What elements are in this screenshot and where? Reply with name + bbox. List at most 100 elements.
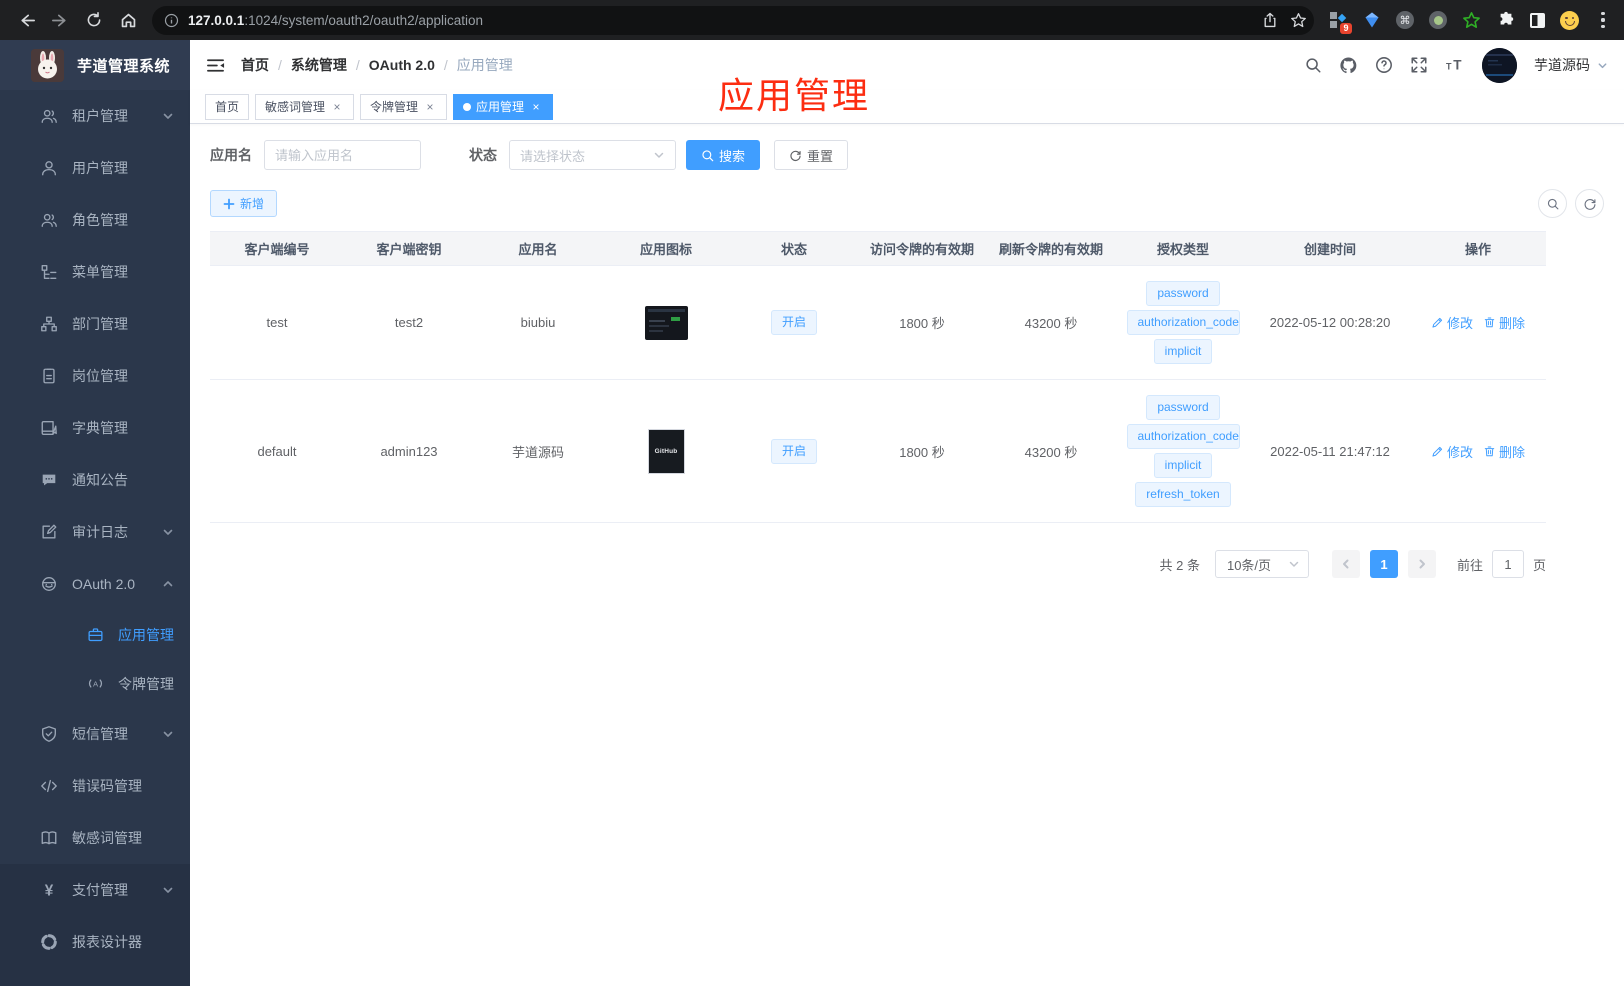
tab-close-icon[interactable]: × xyxy=(330,100,344,114)
tab-close-icon[interactable]: × xyxy=(529,100,543,114)
sidebar-bottom-section: ¥ 支付管理 报表设计器 xyxy=(0,864,190,986)
cell-app-name: biubiu xyxy=(520,315,556,330)
people-icon xyxy=(40,211,58,229)
browser-reload-icon[interactable] xyxy=(80,6,108,34)
extension-green-star-icon[interactable] xyxy=(1462,11,1481,30)
tab-close-icon[interactable]: × xyxy=(423,100,437,114)
pagination-total: 共 2 条 xyxy=(1159,557,1200,573)
show-search-toggle-icon[interactable] xyxy=(1538,189,1567,218)
org-chart-icon xyxy=(40,315,58,333)
shield-check-icon xyxy=(40,725,58,743)
chevron-left-icon xyxy=(1342,559,1349,569)
sidebar-item-oauth-token[interactable]: A 令牌管理 xyxy=(0,659,190,708)
delete-link[interactable]: 删除 xyxy=(1483,313,1525,332)
sidebar-item-dict[interactable]: 字典管理 xyxy=(0,402,190,454)
grant-tag: password xyxy=(1146,281,1220,306)
open-book-icon xyxy=(40,829,58,847)
tab-label: 敏感词管理 xyxy=(265,100,326,114)
sidebar-item-sensitive-word[interactable]: 敏感词管理 xyxy=(0,812,190,864)
add-button[interactable]: 新增 xyxy=(210,190,278,217)
extension-command-icon[interactable]: ⌘ xyxy=(1396,11,1414,29)
extensions-puzzle-icon[interactable] xyxy=(1496,11,1515,30)
refresh-table-icon[interactable] xyxy=(1575,189,1604,218)
delete-link[interactable]: 删除 xyxy=(1483,442,1525,461)
goto-page-input[interactable] xyxy=(1491,550,1524,578)
cell-refresh-validity: 43200 秒 xyxy=(1024,316,1078,331)
next-page-button[interactable] xyxy=(1407,550,1436,578)
page-number-current[interactable]: 1 xyxy=(1369,550,1398,578)
sidebar-collapse-icon[interactable] xyxy=(206,56,225,75)
extension-gem-icon[interactable] xyxy=(1362,11,1381,30)
reset-button-label: 重置 xyxy=(807,148,834,164)
chat-bubble-icon xyxy=(40,471,58,489)
prev-page-button[interactable] xyxy=(1331,550,1360,578)
sidebar-item-label: OAuth 2.0 xyxy=(72,576,136,592)
sidebar-item-notice[interactable]: 通知公告 xyxy=(0,454,190,506)
help-icon[interactable] xyxy=(1375,56,1393,74)
sidebar-item-sms[interactable]: 短信管理 xyxy=(0,708,190,760)
site-info-icon[interactable] xyxy=(164,13,179,28)
browser-menu-icon[interactable] xyxy=(1594,12,1612,28)
table-row: default admin123 芋道源码 GitHub 开启 1800 秒 4… xyxy=(210,380,1546,523)
address-bar[interactable]: 127.0.0.1:1024/system/oauth2/oauth2/appl… xyxy=(152,5,1314,35)
sidebar-item-errorcode[interactable]: 错误码管理 xyxy=(0,760,190,812)
search-icon xyxy=(702,149,714,161)
user-avatar[interactable] xyxy=(1482,47,1517,83)
sidebar-item-menu[interactable]: 菜单管理 xyxy=(0,246,190,298)
sidebar-item-tenant[interactable]: 租户管理 xyxy=(0,90,190,142)
browser-forward-icon[interactable] xyxy=(46,6,74,34)
header-search-icon[interactable] xyxy=(1304,56,1322,74)
tab-token[interactable]: 令牌管理 × xyxy=(360,93,448,120)
reset-button[interactable]: 重置 xyxy=(774,140,849,170)
tab-sensitive-word[interactable]: 敏感词管理 × xyxy=(255,93,355,120)
cell-app-icon: GitHub xyxy=(602,428,730,474)
breadcrumb-current: 应用管理 xyxy=(456,57,513,73)
github-icon[interactable] xyxy=(1339,56,1358,75)
sidebar-item-label: 令牌管理 xyxy=(118,675,174,692)
app-icon-text: GitHub xyxy=(654,447,678,455)
extension-tabs-icon[interactable]: 9 xyxy=(1328,11,1352,34)
browser-home-icon[interactable] xyxy=(114,6,142,34)
fullscreen-icon[interactable] xyxy=(1410,56,1428,74)
extension-recorder-icon[interactable] xyxy=(1429,11,1447,29)
breadcrumb-home[interactable]: 首页 xyxy=(241,55,269,75)
status-select[interactable]: 请选择状态 xyxy=(509,140,676,170)
sidebar-item-report-designer[interactable]: 报表设计器 xyxy=(0,916,190,968)
col-header-created: 创建时间 xyxy=(1303,242,1356,257)
dark-mode-icon[interactable] xyxy=(1530,12,1545,28)
app-name-input[interactable] xyxy=(264,140,421,170)
app-logo[interactable]: 芋道管理系统 xyxy=(0,40,190,90)
emoji-extension-icon[interactable] xyxy=(1560,10,1579,30)
sidebar-item-role[interactable]: 角色管理 xyxy=(0,194,190,246)
bookmark-star-icon[interactable] xyxy=(1289,11,1308,30)
grant-tag: password xyxy=(1146,395,1220,420)
cell-status: 开启 xyxy=(730,310,858,335)
sidebar-item-label: 应用管理 xyxy=(118,626,174,643)
sidebar-item-oauth[interactable]: OAuth 2.0 xyxy=(0,558,190,610)
share-icon[interactable] xyxy=(1260,11,1279,30)
font-size-icon[interactable]: TT xyxy=(1445,56,1465,74)
sidebar-item-dept[interactable]: 部门管理 xyxy=(0,298,190,350)
sidebar-item-oauth-application[interactable]: 应用管理 xyxy=(0,610,190,659)
sidebar-item-audit-log[interactable]: 审计日志 xyxy=(0,506,190,558)
cell-status: 开启 xyxy=(730,438,858,464)
sidebar-item-post[interactable]: 岗位管理 xyxy=(0,350,190,402)
user-menu[interactable]: 芋道源码 xyxy=(1534,55,1608,75)
tab-home[interactable]: 首页 xyxy=(205,93,250,120)
edit-link[interactable]: 修改 xyxy=(1431,442,1473,461)
svg-text:A: A xyxy=(92,679,98,688)
chevron-right-icon xyxy=(1419,559,1425,569)
sidebar-item-user[interactable]: 用户管理 xyxy=(0,142,190,194)
edit-label: 修改 xyxy=(1446,316,1473,331)
tab-application[interactable]: 应用管理 × xyxy=(453,93,554,120)
edit-link[interactable]: 修改 xyxy=(1431,313,1473,332)
page-size-select[interactable]: 10条/页 xyxy=(1214,550,1309,578)
browser-back-icon[interactable] xyxy=(12,6,40,34)
breadcrumb-system[interactable]: 系统管理 xyxy=(291,55,347,75)
sidebar-item-payment[interactable]: ¥ 支付管理 xyxy=(0,864,190,916)
breadcrumb-separator: / xyxy=(355,57,360,73)
col-header-access-validity: 访问令牌的有效期 xyxy=(869,242,974,257)
breadcrumb-oauth[interactable]: OAuth 2.0 xyxy=(369,57,435,73)
delete-label: 删除 xyxy=(1499,444,1526,460)
search-button[interactable]: 搜索 xyxy=(686,140,761,170)
